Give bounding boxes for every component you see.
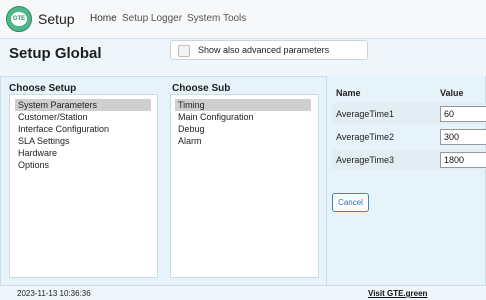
- gte-logo-icon: GTE: [6, 6, 32, 32]
- visit-gte-link[interactable]: Visit GTE.green: [368, 289, 427, 298]
- show-advanced-label: Show also advanced parameters: [198, 45, 330, 55]
- sub-item-timing[interactable]: Timing: [175, 99, 311, 111]
- column-header-name: Name: [336, 88, 361, 98]
- setup-item-system-parameters[interactable]: System Parameters: [15, 99, 151, 111]
- param-name: AverageTime1: [336, 109, 395, 119]
- logo-text: GTE: [11, 12, 27, 26]
- choose-sub-title: Choose Sub: [172, 83, 231, 94]
- sub-item-main-configuration[interactable]: Main Configuration: [175, 111, 311, 123]
- show-advanced-checkbox[interactable]: [178, 45, 190, 57]
- top-bar: GTE Setup Home Setup Logger System Tools: [0, 0, 486, 39]
- setup-item-customer-station[interactable]: Customer/Station: [15, 111, 151, 123]
- setup-item-sla-settings[interactable]: SLA Settings: [15, 135, 151, 147]
- footer-timestamp: 2023-11-13 10:36:36: [17, 289, 91, 298]
- param-value-input[interactable]: 60: [440, 106, 486, 122]
- table-row: AverageTime1 60: [332, 103, 486, 124]
- show-advanced-toggle[interactable]: Show also advanced parameters: [170, 40, 368, 60]
- table-row: AverageTime2 300: [332, 126, 486, 147]
- setup-item-hardware[interactable]: Hardware: [15, 147, 151, 159]
- nav-system-tools[interactable]: System Tools: [187, 13, 246, 24]
- param-value-input[interactable]: 300: [440, 129, 486, 145]
- choose-setup-title: Choose Setup: [9, 83, 77, 94]
- cancel-button[interactable]: Cancel: [332, 193, 369, 212]
- sub-item-alarm[interactable]: Alarm: [175, 135, 311, 147]
- column-header-value: Value: [440, 88, 464, 98]
- sub-item-debug[interactable]: Debug: [175, 123, 311, 135]
- param-value-input[interactable]: 1800: [440, 152, 486, 168]
- app-title: Setup: [38, 11, 75, 27]
- nav-home[interactable]: Home: [90, 13, 117, 24]
- table-row: AverageTime3 1800: [332, 149, 486, 170]
- param-name: AverageTime2: [336, 132, 395, 142]
- nav-setup-logger[interactable]: Setup Logger: [122, 13, 182, 24]
- setup-item-interface-configuration[interactable]: Interface Configuration: [15, 123, 151, 135]
- setup-item-options[interactable]: Options: [15, 159, 151, 171]
- param-name: AverageTime3: [336, 155, 395, 165]
- page-title: Setup Global: [9, 45, 102, 62]
